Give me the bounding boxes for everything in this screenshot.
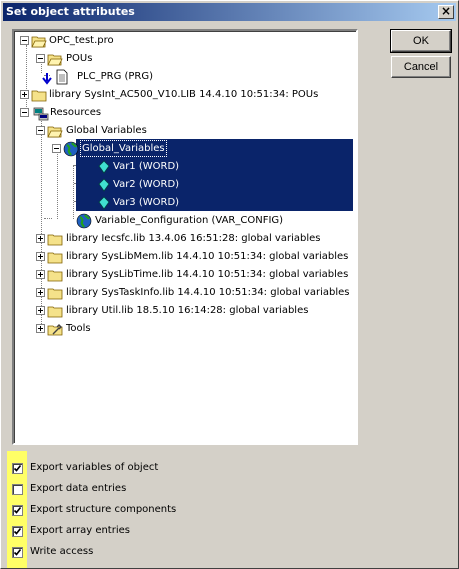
dialog-titlebar: Set object attributes ×	[3, 3, 456, 21]
expand-icon[interactable]	[36, 234, 45, 243]
option-export-array-entries[interactable]: Export array entries	[7, 521, 207, 542]
folder-icon	[31, 90, 47, 102]
tree-item-global-variables-folder[interactable]: Global Variables	[14, 122, 354, 139]
tree-item-root[interactable]: OPC_test.pro	[14, 32, 354, 49]
tree-item-label: Variable_Configuration (VAR_CONFIG)	[95, 215, 284, 226]
dialog-title: Set object attributes	[6, 5, 135, 18]
tree-item-label: library Iecsfc.lib 13.4.06 16:51:28: glo…	[66, 233, 321, 244]
option-label: Export array entries	[30, 525, 130, 536]
tree-item-label: Global_Variables	[80, 140, 167, 157]
ok-button[interactable]: OK	[390, 29, 452, 53]
tree-item-lib-util[interactable]: library Util.lib 18.5.10 16:14:28: globa…	[14, 302, 354, 319]
collapse-icon[interactable]	[20, 108, 29, 117]
option-label: Export data entries	[30, 483, 127, 494]
tree-item-label: library SysInt_AC500_V10.LIB 14.4.10 10:…	[49, 89, 319, 100]
folder-icon	[47, 252, 63, 264]
write-access-checkbox[interactable]	[12, 547, 23, 558]
arrow-down-icon	[42, 73, 52, 85]
tree-item-lib-sysint[interactable]: library SysInt_AC500_V10.LIB 14.4.10 10:…	[14, 86, 354, 103]
resources-icon	[33, 107, 49, 121]
tree-item-label: OPC_test.pro	[49, 35, 114, 46]
tree-item-tools[interactable]: Tools	[14, 320, 354, 337]
export-structure-components-checkbox[interactable]	[12, 505, 23, 516]
expand-icon[interactable]	[20, 90, 29, 99]
collapse-icon[interactable]	[52, 144, 61, 153]
folder-icon	[47, 306, 63, 318]
tree-item-lib-systaskinfo[interactable]: library SysTaskInfo.lib 14.4.10 10:51:34…	[14, 284, 354, 301]
option-label: Write access	[30, 546, 94, 557]
option-label: Export structure components	[30, 504, 177, 515]
globe-icon	[63, 141, 79, 157]
document-icon	[56, 69, 68, 85]
option-export-variables[interactable]: Export variables of object	[7, 458, 207, 479]
globe-icon	[76, 213, 92, 229]
expand-icon[interactable]	[36, 324, 45, 333]
tree-item-label: library Util.lib 18.5.10 16:14:28: globa…	[66, 305, 309, 316]
folder-open-icon	[47, 126, 63, 138]
export-array-entries-checkbox[interactable]	[12, 526, 23, 537]
tree-item-label: Tools	[66, 323, 91, 334]
cancel-button[interactable]: Cancel	[391, 56, 451, 78]
option-write-access[interactable]: Write access	[7, 542, 207, 563]
checkmark-icon	[13, 465, 22, 472]
tree-item-label: Var2 (WORD)	[113, 179, 180, 190]
export-variables-checkbox[interactable]	[12, 463, 23, 474]
option-label: Export variables of object	[30, 462, 159, 473]
expand-icon[interactable]	[36, 252, 45, 261]
variable-icon	[98, 160, 110, 174]
tree-item-lib-syslibmem[interactable]: library SysLibMem.lib 14.4.10 10:51:34: …	[14, 248, 354, 265]
tree-item-lib-syslibtime[interactable]: library SysLibTime.lib 14.4.10 10:51:34:…	[14, 266, 354, 283]
option-export-data-entries[interactable]: Export data entries	[7, 479, 207, 500]
folder-open-icon	[31, 36, 47, 48]
tree-item-label: library SysLibTime.lib 14.4.10 10:51:34:…	[66, 269, 349, 280]
tree-item-label: POUs	[66, 53, 93, 64]
object-tree[interactable]: OPC_test.pro POUs PLC_PRG (PRG) library …	[12, 29, 358, 445]
variable-icon	[98, 178, 110, 192]
tree-item-label: Resources	[50, 107, 102, 118]
expand-icon[interactable]	[36, 306, 45, 315]
tools-icon	[47, 324, 63, 336]
variable-icon	[98, 196, 110, 210]
tree-item-label: PLC_PRG (PRG)	[77, 71, 154, 82]
folder-open-icon	[47, 54, 63, 66]
collapse-icon[interactable]	[36, 126, 45, 135]
tree-item-label: library SysTaskInfo.lib 14.4.10 10:51:34…	[66, 287, 350, 298]
tree-item-resources[interactable]: Resources	[14, 104, 354, 121]
tree-item-var1[interactable]: Var1 (WORD)	[14, 158, 354, 175]
option-export-structure-components[interactable]: Export structure components	[7, 500, 207, 521]
collapse-icon[interactable]	[20, 36, 29, 45]
tree-item-var2[interactable]: Var2 (WORD)	[14, 176, 354, 193]
tree-item-label: Global Variables	[66, 125, 147, 136]
tree-item-plc-prg[interactable]: PLC_PRG (PRG)	[14, 68, 354, 85]
folder-icon	[47, 234, 63, 246]
expand-icon[interactable]	[36, 270, 45, 279]
expand-icon[interactable]	[36, 288, 45, 297]
folder-icon	[47, 270, 63, 282]
checkmark-icon	[13, 528, 22, 535]
tree-item-var-config[interactable]: Variable_Configuration (VAR_CONFIG)	[14, 212, 354, 229]
tree-item-label: Var1 (WORD)	[113, 161, 180, 172]
folder-icon	[47, 288, 63, 300]
close-icon[interactable]: ×	[438, 5, 454, 19]
set-object-attributes-dialog: Set object attributes × OPC_test.pro POU…	[0, 0, 459, 569]
tree-item-pous[interactable]: POUs	[14, 50, 354, 67]
tree-item-global-variables[interactable]: Global_Variables	[14, 140, 354, 157]
collapse-icon[interactable]	[36, 54, 45, 63]
checkmark-icon	[13, 507, 22, 514]
tree-item-label: Var3 (WORD)	[113, 197, 180, 208]
tree-item-label: library SysLibMem.lib 14.4.10 10:51:34: …	[66, 251, 349, 262]
tree-item-var3[interactable]: Var3 (WORD)	[14, 194, 354, 211]
tree-item-lib-iecsfc[interactable]: library Iecsfc.lib 13.4.06 16:51:28: glo…	[14, 230, 354, 247]
checkmark-icon	[13, 549, 22, 556]
export-data-entries-checkbox[interactable]	[12, 484, 23, 495]
